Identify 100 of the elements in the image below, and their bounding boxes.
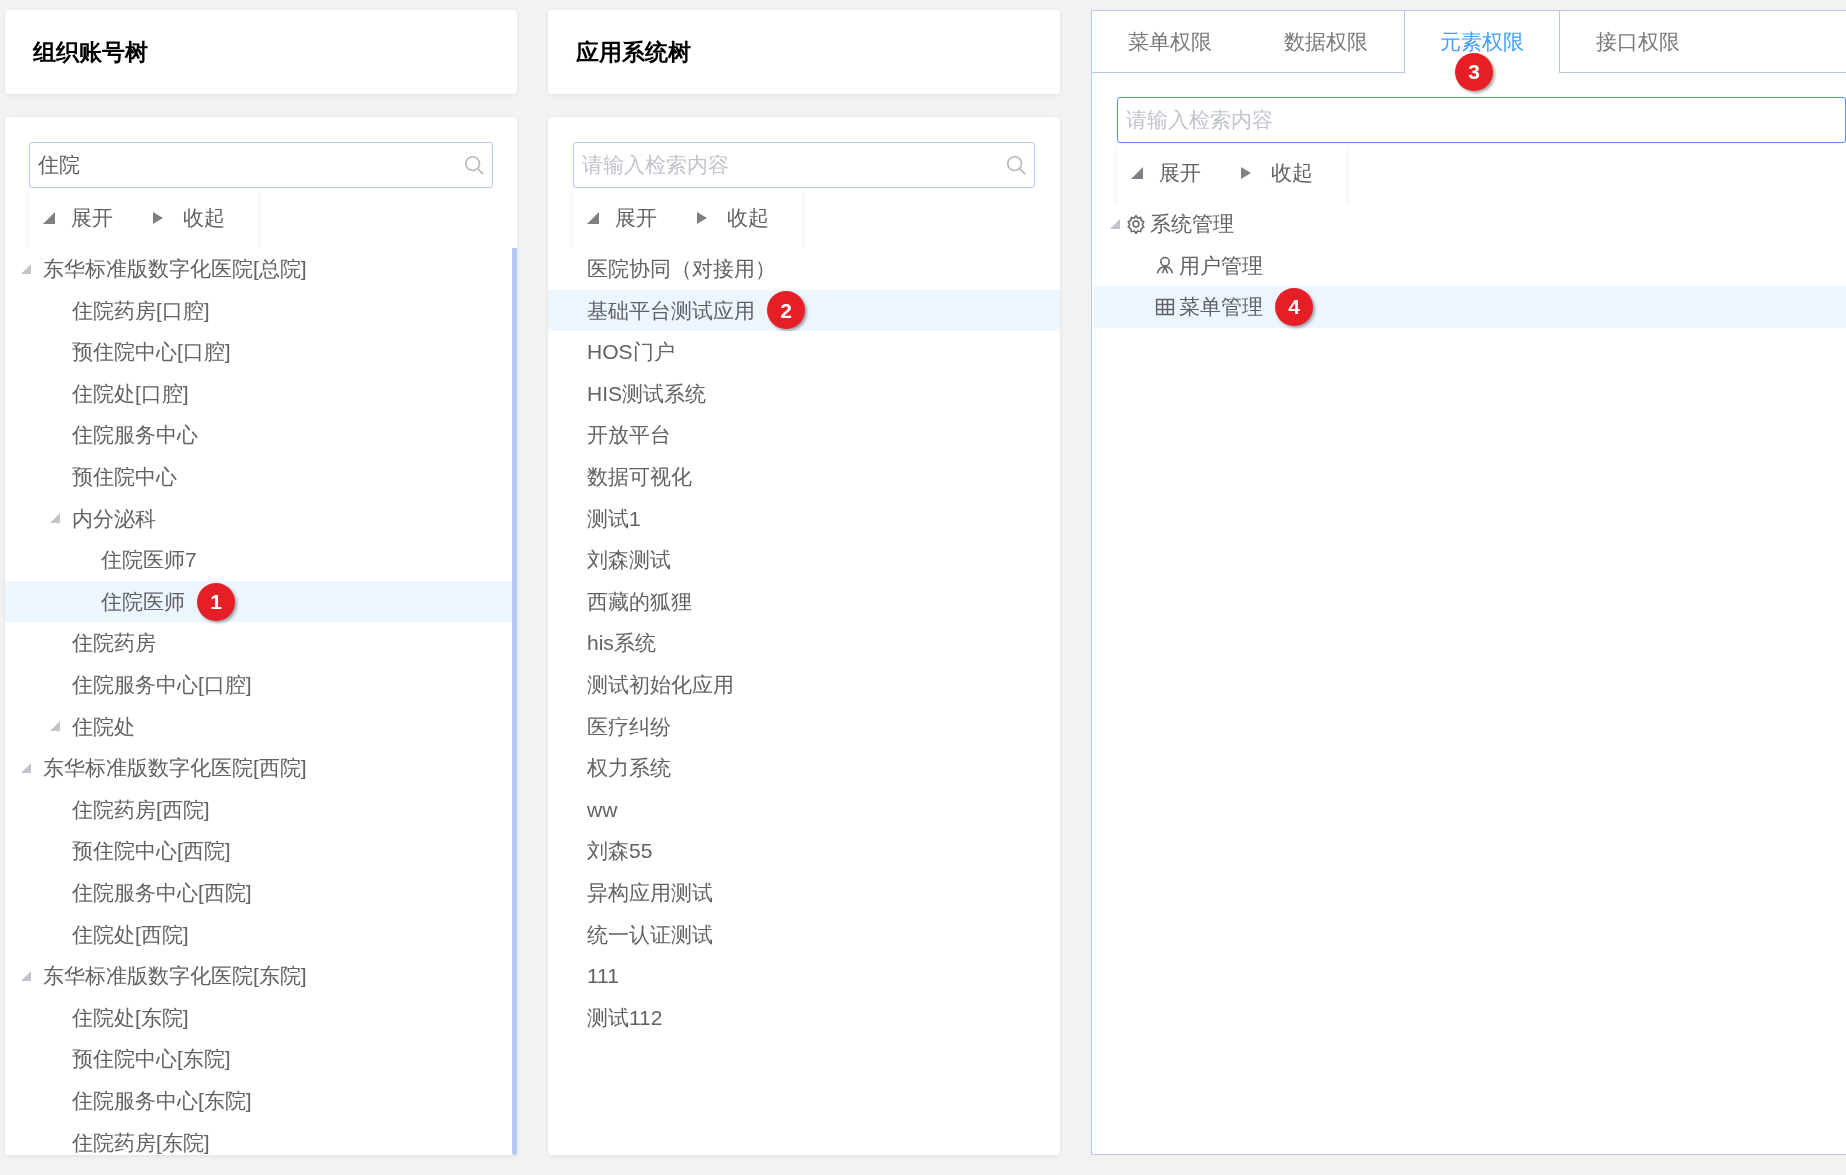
app-list-item[interactable]: 异构应用测试 [548,871,1060,914]
expanded-caret-icon[interactable] [21,970,31,981]
app-label: 开放平台 [587,422,671,449]
search-icon[interactable] [1005,154,1027,176]
tab[interactable]: 数据权限 [1284,25,1368,58]
tree-label: 住院服务中心[西院] [72,879,252,906]
expand-button[interactable]: 展开 [71,202,113,234]
tree-label: 住院药房[东院] [72,1129,210,1155]
tree-label: 用户管理 [1179,252,1263,279]
app-list-item[interactable]: 测试1 [548,497,1060,540]
collapse-triangle-icon[interactable] [153,211,163,225]
app-list-item[interactable]: 刘森55 [548,830,1060,872]
app-list-item[interactable]: 权力系统 [548,747,1060,789]
app-list-item[interactable]: ww [548,788,1060,831]
tree-label: 住院处[西院] [72,921,189,948]
gear-icon [1126,213,1146,234]
number-badge: 4 [1275,288,1313,326]
collapse-triangle-icon[interactable] [1241,166,1251,180]
expand-button[interactable]: 展开 [615,202,657,234]
app-label: ww [587,796,618,823]
panel-title: 组织账号树 [33,37,148,67]
user-icon [1155,255,1175,276]
expanded-caret-icon[interactable] [21,762,31,773]
expanded-caret-icon[interactable] [50,513,60,524]
app-label: 数据可视化 [587,464,692,490]
app-label: HOS门户 [587,339,675,366]
app-list-item[interactable]: 医疗纠纷 [548,705,1060,748]
tree-label: 菜单管理 [1179,294,1263,321]
app-label: 刘森55 [587,838,653,865]
grid-icon [1155,297,1175,317]
app-list-item[interactable]: 统一认证测试 [548,913,1060,956]
collapse-button[interactable]: 收起 [183,202,225,234]
expanded-caret-icon[interactable] [1110,218,1120,229]
app-list-item[interactable]: 测试112 [548,996,1060,1039]
tab[interactable]: 接口权限 [1596,25,1680,58]
app-label: 异构应用测试 [587,879,713,906]
app-list-item[interactable]: 基础平台测试应用 2 [548,289,1060,332]
app-label: 测试112 [587,1004,663,1031]
tree-row[interactable]: 住院药房[东院] [5,1121,512,1155]
tree-label: 住院服务中心 [72,422,198,449]
number-badge: 3 [1455,53,1493,91]
app-label: 统一认证测试 [587,921,713,948]
app-list-item[interactable]: his系统 [548,622,1060,664]
expand-triangle-icon[interactable] [43,212,55,224]
tree-row[interactable]: 菜单管理 4 [1094,286,1846,328]
app-label: 基础平台测试应用 [587,297,755,324]
app-list-item[interactable]: HOS门户 [548,331,1060,373]
app-list-item[interactable]: 数据可视化 [548,455,1060,498]
app-label: 医院协同（对接用） [587,256,776,283]
collapse-button[interactable]: 收起 [1271,157,1313,189]
tree-label: 预住院中心[东院] [72,1046,231,1073]
tree-label: 住院服务中心[东院] [72,1087,252,1114]
tree-label: 东华标准版数字化医院[总院] [43,256,307,283]
panel-title: 应用系统树 [576,37,691,67]
tree-label: 住院处[口腔] [72,380,189,407]
tree-label: 住院服务中心[口腔] [72,672,252,698]
app-label: 西藏的狐狸 [587,588,692,615]
app-list-item[interactable]: 111 [548,955,1060,997]
app-list-item[interactable]: 开放平台 [548,414,1060,456]
tree-label: 住院药房[口腔] [72,297,210,324]
number-badge: 1 [197,582,235,621]
tree-label: 预住院中心[西院] [72,838,231,865]
tree-label: 住院药房[西院] [72,796,210,823]
tree-label: 东华标准版数字化医院[西院] [43,755,307,782]
search-field[interactable]: 请输入检索内容 [1117,97,1846,143]
tree-label: 住院处[东院] [72,1004,189,1031]
search-field[interactable]: 住院 [29,142,493,188]
tree-label: 预住院中心 [72,464,177,490]
app-label: 测试初始化应用 [587,672,734,698]
tree-label: 内分泌科 [72,505,156,532]
app-list-item[interactable]: HIS测试系统 [548,372,1060,415]
search-icon[interactable] [463,154,485,176]
app-list-item[interactable]: 测试初始化应用 [548,663,1060,706]
app-list-item[interactable]: 刘森测试 [548,539,1060,581]
tree-label: 系统管理 [1150,211,1234,238]
app-label: 111 [587,963,619,990]
number-badge: 2 [767,291,805,330]
app-list-item[interactable]: 西藏的狐狸 [548,580,1060,623]
tab[interactable]: 菜单权限 [1128,25,1212,58]
collapse-button[interactable]: 收起 [727,202,769,234]
app-list-item[interactable]: 医院协同（对接用） [548,248,1060,290]
app-label: his系统 [587,630,656,657]
expand-triangle-icon[interactable] [1131,167,1143,179]
app-label: HIS测试系统 [587,380,706,407]
app-label: 测试1 [587,505,641,532]
app-label: 医疗纠纷 [587,713,671,740]
expand-triangle-icon[interactable] [587,212,599,224]
collapse-triangle-icon[interactable] [697,211,707,225]
tree-label: 东华标准版数字化医院[东院] [43,963,307,990]
app-label: 权力系统 [587,755,671,782]
tree-row[interactable]: 住院医师 1 [5,580,512,623]
app-label: 刘森测试 [587,547,671,574]
expanded-caret-icon[interactable] [50,721,60,732]
scrollbar[interactable] [512,248,517,1155]
search-field[interactable]: 请输入检索内容 [573,142,1035,188]
tree-label: 预住院中心[口腔] [72,339,231,366]
tree-label: 住院处 [72,713,135,740]
expand-button[interactable]: 展开 [1159,157,1201,189]
tree-label: 住院医师7 [101,547,197,574]
expanded-caret-icon[interactable] [21,263,31,274]
